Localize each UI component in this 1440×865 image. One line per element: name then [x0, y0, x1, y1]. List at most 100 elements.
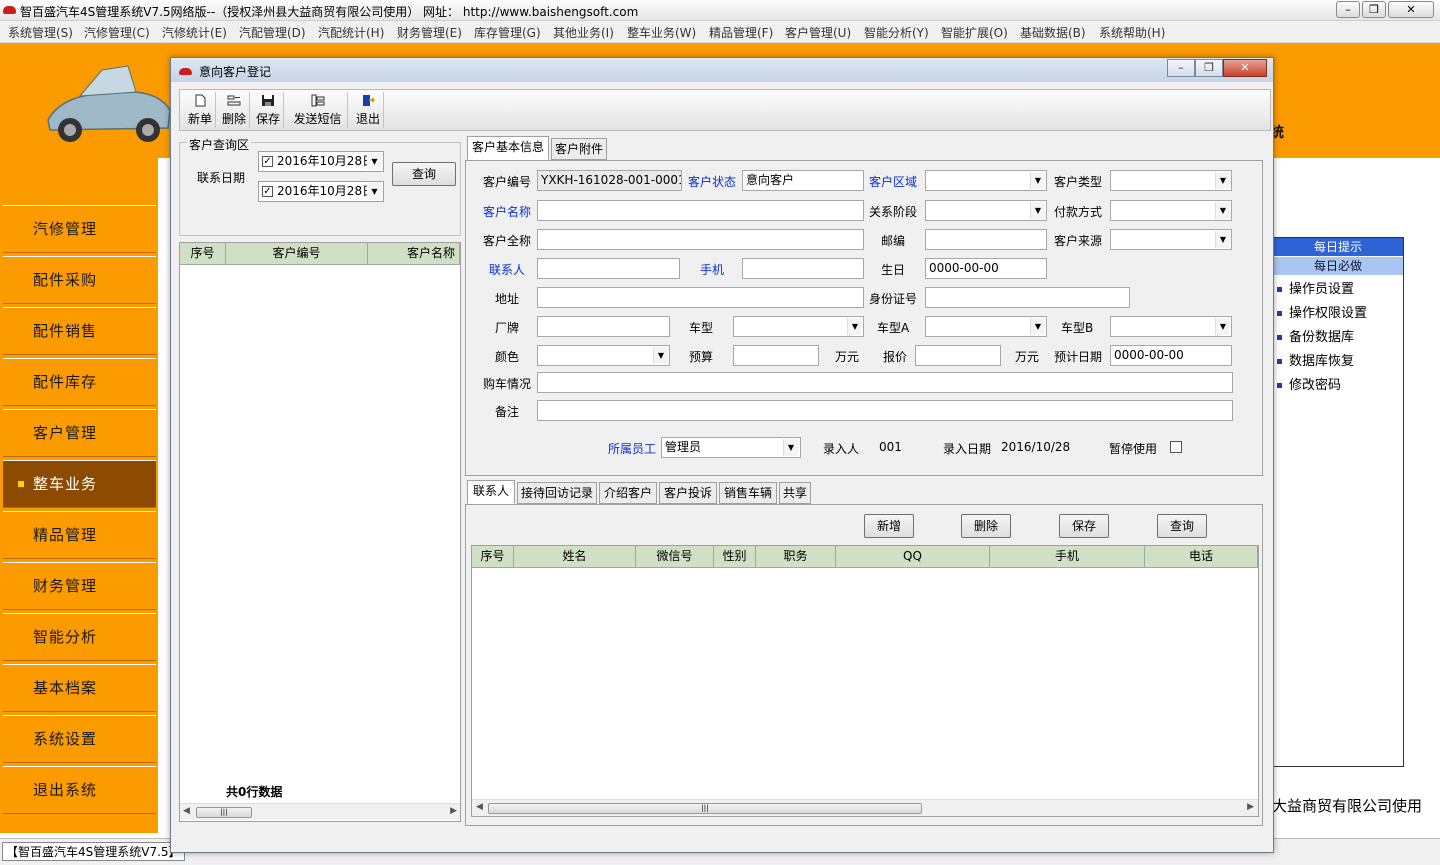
chevron-down-icon[interactable]: ▼ [367, 153, 382, 170]
nav-item-finance[interactable]: 财务管理 [3, 562, 156, 610]
menu-parts[interactable]: 汽配管理(D) [239, 24, 306, 41]
col-position[interactable]: 职务 [756, 546, 836, 568]
color-select[interactable]: ▼ [537, 345, 670, 366]
menu-system[interactable]: 系统管理(S) [8, 24, 73, 41]
scrollbar-thumb[interactable]: ||| [488, 803, 922, 814]
modelA-select[interactable]: ▼ [925, 316, 1047, 337]
nav-item-settings[interactable]: 系统设置 [3, 715, 156, 763]
query-contact-button[interactable]: 查询 [1157, 514, 1207, 538]
nav-item-repair[interactable]: 汽修管理 [3, 205, 156, 253]
type-select[interactable]: ▼ [1110, 170, 1232, 191]
query-button[interactable]: 查询 [392, 162, 456, 186]
nav-item-exit[interactable]: 退出系统 [3, 766, 156, 814]
subtab-visit-records[interactable]: 接待回访记录 [517, 482, 597, 504]
scroll-left-icon[interactable]: ◀ [476, 802, 483, 812]
col-index[interactable]: 序号 [472, 546, 514, 568]
new-button[interactable]: 新单 [184, 92, 216, 128]
fullname-field[interactable] [537, 229, 864, 250]
checkbox-checked-icon[interactable]: ✓ [262, 156, 273, 167]
menu-extension[interactable]: 智能扩展(O) [941, 24, 1008, 41]
chevron-down-icon[interactable]: ▼ [1215, 202, 1230, 219]
subtab-referrals[interactable]: 介绍客户 [599, 482, 657, 504]
contact-field[interactable] [537, 258, 680, 279]
col-name[interactable]: 姓名 [514, 546, 636, 568]
customer-no-field[interactable]: YXKH-161028-001-0001 [537, 170, 682, 191]
menu-analysis[interactable]: 智能分析(Y) [864, 24, 929, 41]
menu-customer[interactable]: 客户管理(U) [785, 24, 851, 41]
col-mobile[interactable]: 手机 [990, 546, 1145, 568]
dialog-title-bar[interactable]: 意向客户登记 – ❐ ✕ [171, 58, 1273, 82]
list-horizontal-scrollbar[interactable]: ◀ ||| ▶ [180, 803, 460, 820]
address-field[interactable] [537, 287, 864, 308]
budget-field[interactable] [733, 345, 819, 366]
save-button[interactable]: 保存 [252, 92, 284, 128]
nav-item-parts-sales[interactable]: 配件销售 [3, 307, 156, 355]
tips-header[interactable]: 每日提示 [1273, 238, 1403, 256]
chevron-down-icon[interactable]: ▼ [653, 347, 668, 364]
contacts-horizontal-scrollbar[interactable]: ◀ ||| ▶ [472, 799, 1258, 816]
col-gender[interactable]: 性别 [714, 546, 756, 568]
dialog-restore-button[interactable]: ❐ [1195, 59, 1223, 77]
chevron-down-icon[interactable]: ▼ [1215, 318, 1230, 335]
region-select[interactable]: ▼ [925, 170, 1047, 191]
save-contact-button[interactable]: 保存 [1059, 514, 1109, 538]
chevron-down-icon[interactable]: ▼ [847, 318, 862, 335]
purchase-field[interactable] [537, 372, 1233, 393]
delete-button[interactable]: 删除 [218, 92, 250, 128]
delete-contact-button[interactable]: 删除 [961, 514, 1011, 538]
restore-button[interactable]: ❐ [1362, 1, 1386, 18]
chevron-down-icon[interactable]: ▼ [1030, 172, 1045, 189]
stage-select[interactable]: ▼ [925, 200, 1047, 221]
tip-restore[interactable]: 数据库恢复 [1277, 350, 1354, 369]
dialog-minimize-button[interactable]: – [1167, 59, 1195, 77]
col-wechat[interactable]: 微信号 [636, 546, 714, 568]
checkbox-checked-icon[interactable]: ✓ [262, 186, 273, 197]
chevron-down-icon[interactable]: ▼ [1030, 202, 1045, 219]
tip-change-password[interactable]: 修改密码 [1277, 374, 1341, 393]
suspend-checkbox[interactable] [1170, 441, 1182, 453]
menu-basic-data[interactable]: 基础数据(B) [1020, 24, 1086, 41]
plan-date-field[interactable]: 0000-00-00 [1110, 345, 1232, 366]
brand-field[interactable] [537, 316, 670, 337]
menu-repair-stats[interactable]: 汽修统计(E) [162, 24, 227, 41]
send-sms-button[interactable]: 发送短信 [288, 92, 348, 128]
nav-item-boutique[interactable]: 精品管理 [3, 511, 156, 559]
col-phone[interactable]: 电话 [1145, 546, 1258, 568]
nav-item-parts-stock[interactable]: 配件库存 [3, 358, 156, 406]
menu-boutique[interactable]: 精品管理(F) [709, 24, 773, 41]
mobile-field[interactable] [742, 258, 864, 279]
idcard-field[interactable] [925, 287, 1130, 308]
subtab-complaints[interactable]: 客户投诉 [659, 482, 717, 504]
tip-permission-settings[interactable]: 操作权限设置 [1277, 302, 1367, 321]
col-qq[interactable]: QQ [836, 546, 990, 568]
menu-inventory[interactable]: 库存管理(G) [474, 24, 541, 41]
nav-item-customer[interactable]: 客户管理 [3, 409, 156, 457]
scrollbar-thumb[interactable]: ||| [196, 807, 252, 818]
modelB-select[interactable]: ▼ [1110, 316, 1232, 337]
nav-item-vehicle[interactable]: 整车业务 [3, 460, 156, 508]
chevron-down-icon[interactable]: ▼ [783, 439, 798, 456]
scroll-right-icon[interactable]: ▶ [1247, 802, 1254, 812]
chevron-down-icon[interactable]: ▼ [367, 183, 382, 200]
menu-vehicle[interactable]: 整车业务(W) [627, 24, 696, 41]
add-contact-button[interactable]: 新增 [864, 514, 914, 538]
quote-field[interactable] [915, 345, 1001, 366]
date-from-picker[interactable]: ✓ 2016年10月28日 ▼ [258, 151, 384, 172]
dialog-close-button[interactable]: ✕ [1223, 59, 1267, 77]
menu-repair[interactable]: 汽修管理(C) [84, 24, 150, 41]
chevron-down-icon[interactable]: ▼ [1215, 172, 1230, 189]
scroll-right-icon[interactable]: ▶ [450, 806, 457, 816]
menu-parts-stats[interactable]: 汽配统计(H) [318, 24, 384, 41]
nav-item-parts-purchase[interactable]: 配件采购 [3, 256, 156, 304]
employee-select[interactable]: 管理员 [661, 437, 801, 458]
scroll-left-icon[interactable]: ◀ [183, 806, 190, 816]
nav-item-analysis[interactable]: 智能分析 [3, 613, 156, 661]
col-customer-name[interactable]: 客户名称 [368, 243, 460, 265]
chevron-down-icon[interactable]: ▼ [1215, 231, 1230, 248]
subtab-contacts[interactable]: 联系人 [467, 480, 515, 504]
source-select[interactable]: ▼ [1110, 229, 1232, 250]
minimize-button[interactable]: – [1336, 1, 1360, 18]
chevron-down-icon[interactable]: ▼ [1030, 318, 1045, 335]
tab-attachments[interactable]: 客户附件 [551, 138, 607, 160]
tip-operator-settings[interactable]: 操作员设置 [1277, 278, 1354, 297]
